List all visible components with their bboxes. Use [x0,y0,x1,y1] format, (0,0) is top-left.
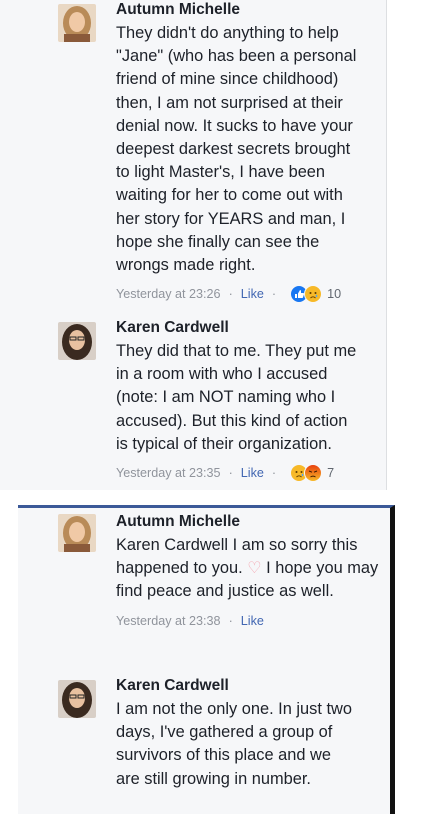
comment-line: I am not the only one. In just two [116,700,352,718]
comment-author[interactable]: Karen Cardwell [116,676,381,696]
comment-author[interactable]: Karen Cardwell [116,318,381,338]
comment-line: her story for YEARS and man, I [116,209,346,228]
comment-meta: Yesterday at 23:26 · Like · 10 [116,285,381,304]
like-button[interactable]: Like [241,464,264,482]
comment-line: denial now. It sucks to have your [116,116,353,135]
separator-dot: · [228,287,233,302]
comment-meta: Yesterday at 23:35 · Like · 7 [116,464,381,483]
reaction-summary[interactable]: 10 [290,285,342,304]
avatar-autumn-michelle[interactable] [58,514,96,552]
comment-author[interactable]: Autumn Michelle [116,512,381,532]
comment-line: hope she finally can see the [116,232,320,251]
avatar-karen-cardwell[interactable] [58,680,96,718]
avatar-karen-cardwell[interactable] [58,322,96,360]
separator-dot: · [271,287,277,302]
comment-line: accused). But this kind of action [116,411,348,430]
like-button[interactable]: Like [241,285,264,303]
comment-line: waiting for her to come out with [116,186,343,205]
comment-line: days, I've gathered a group of [116,723,333,742]
comment-line: They did that to me. They put me [116,342,357,360]
comment-line: then, I am not surprised at their [116,93,343,112]
comment-author[interactable]: Autumn Michelle [116,0,381,20]
comment-thread-panel-top: Autumn Michelle They didn't do anything … [0,0,387,490]
comment-line: are still growing in number. [116,769,311,788]
avatar-autumn-michelle[interactable] [58,4,96,42]
like-button[interactable]: Like [241,612,264,630]
comment-timestamp[interactable]: Yesterday at 23:35 [116,464,221,482]
sad-reaction-icon [304,285,323,304]
comment-line: is typical of their organization. [116,434,332,453]
comment-line: in a room with who I accused [116,365,328,384]
heart-icon: ♡ [247,560,262,578]
comment-thread-panel-bottom: Autumn Michelle Karen Cardwell I am so s… [18,505,395,814]
comment-line: deepest darkest secrets brought [116,140,351,159]
separator-dot: · [228,613,233,628]
comment-line: wrongs made right. [116,256,256,275]
comment-text: Karen Cardwell I am so sorry this happen… [116,534,381,604]
comment-line: (note: I am NOT naming who I [116,388,336,407]
comment-line: to light Master's, I have been [116,163,326,182]
separator-dot: · [271,466,277,481]
reaction-count: 7 [327,466,335,481]
comment-timestamp[interactable]: Yesterday at 23:38 [116,612,221,630]
comment-text: They didn't do anything to help "Jane" (… [116,22,381,277]
comment-line: "Jane" (who has been a personal [116,47,357,66]
comment-text: I am not the only one. In just two days,… [116,698,381,791]
comment-meta: Yesterday at 23:38 · Like [116,612,381,630]
separator-dot: · [228,466,233,481]
comment-line: survivors of this place and we [116,746,331,765]
reaction-count: 10 [327,287,342,302]
comment-line: They didn't do anything to help [116,24,339,42]
comment-line: friend of mine since childhood) [116,70,339,89]
comment-timestamp[interactable]: Yesterday at 23:26 [116,285,221,303]
comment-text: They did that to me. They put me in a ro… [116,340,381,456]
reaction-summary[interactable]: 7 [290,464,335,483]
angry-reaction-icon [304,464,323,483]
